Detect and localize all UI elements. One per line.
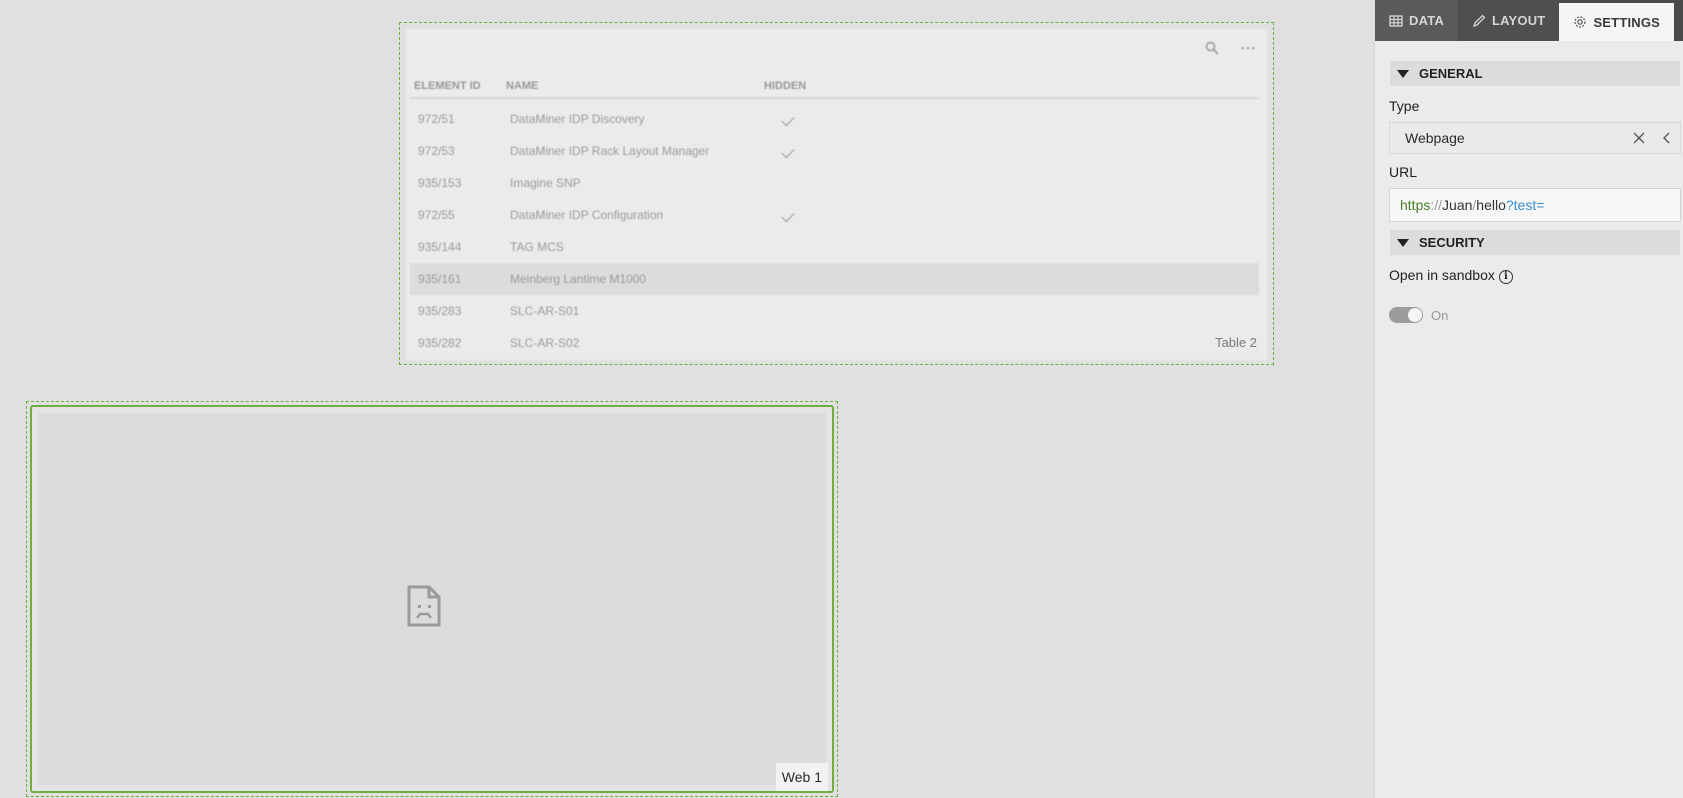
collapse-triangle-icon [1397, 238, 1409, 247]
type-select[interactable]: Webpage [1389, 122, 1681, 154]
cell-name: SLC-AR-S01 [510, 304, 580, 318]
sandbox-toggle[interactable] [1389, 307, 1423, 323]
collapse-triangle-icon [1397, 69, 1409, 78]
cell-name: Meinberg Lantime M1000 [510, 272, 647, 286]
table-row[interactable]: 935/144 TAG MCS [410, 231, 1259, 263]
cell-name: Imagine SNP [510, 176, 581, 190]
table-row[interactable]: 972/53 DataMiner IDP Rack Layout Manager [410, 135, 1259, 167]
url-query: test= [1513, 197, 1545, 213]
url-label: URL [1389, 164, 1418, 180]
cell-name: DataMiner IDP Rack Layout Manager [510, 144, 710, 158]
dashboard-canvas: ELEMENT ID NAME HIDDEN 972/51 DataMiner I… [0, 0, 1374, 798]
sandbox-label-row: Open in sandbox i [1389, 267, 1683, 285]
column-header-hidden[interactable]: HIDDEN [764, 80, 806, 92]
table-body: 972/51 DataMiner IDP Discovery 972/53 DataM… [410, 103, 1259, 359]
tab-layout[interactable]: LAYOUT [1457, 0, 1560, 41]
table-preview: ELEMENT ID NAME HIDDEN 972/51 DataMiner I… [406, 29, 1267, 360]
url-query-mark: ? [1505, 197, 1514, 213]
web-frame: Web 1 [30, 405, 834, 793]
sandbox-toggle-row: On [1389, 307, 1683, 323]
tab-label: LAYOUT [1491, 13, 1546, 28]
cell-element-id: 935/153 [418, 176, 462, 190]
section-title: GENERAL [1419, 66, 1483, 81]
type-select-value: Webpage [1405, 130, 1465, 146]
type-label: Type [1389, 98, 1420, 114]
component-label: Web 1 [775, 763, 828, 791]
cell-hidden [770, 144, 795, 159]
cell-name: DataMiner IDP Configuration [510, 208, 664, 222]
table-component[interactable]: ELEMENT ID NAME HIDDEN 972/51 DataMiner I… [399, 22, 1274, 365]
section-title: SECURITY [1419, 235, 1485, 250]
cell-name: TAG MCS [510, 240, 564, 254]
cell-hidden [770, 208, 795, 223]
cell-hidden [770, 112, 795, 127]
table-row[interactable]: 972/51 DataMiner IDP Discovery [410, 103, 1259, 135]
cell-element-id: 935/283 [418, 304, 462, 318]
checkmark-icon [781, 144, 795, 159]
checkmark-icon [781, 112, 795, 127]
sandbox-label: Open in sandbox [1389, 267, 1495, 283]
cell-element-id: 972/55 [418, 208, 455, 222]
cell-element-id: 972/51 [418, 112, 455, 126]
cell-element-id: 935/161 [418, 272, 462, 286]
url-scheme: https [1400, 197, 1431, 213]
tab-data[interactable]: DATA [1375, 0, 1458, 41]
web-component[interactable]: Web 1 [26, 401, 838, 797]
column-header-name[interactable]: NAME [506, 80, 538, 92]
tab-label: DATA [1409, 13, 1444, 28]
grid-icon [1389, 14, 1403, 27]
table-row[interactable]: 935/282 SLC-AR-S02 [410, 327, 1259, 359]
gear-icon [1574, 16, 1587, 28]
section-general-header[interactable]: GENERAL [1390, 61, 1680, 86]
pencil-icon [1472, 14, 1486, 27]
url-separator: :// [1430, 197, 1443, 213]
info-icon[interactable]: i [1498, 270, 1513, 284]
table-row[interactable]: 935/283 SLC-AR-S01 [410, 295, 1259, 327]
webpage-viewport [38, 413, 826, 785]
url-path: hello [1476, 197, 1506, 213]
cell-name: DataMiner IDP Discovery [510, 112, 645, 126]
section-security-header[interactable]: SECURITY [1390, 230, 1680, 255]
column-header-element-id[interactable]: ELEMENT ID [414, 80, 481, 92]
tab-settings[interactable]: SETTINGS [1559, 0, 1675, 41]
table-row[interactable]: 972/55 DataMiner IDP Configuration [410, 199, 1259, 231]
ellipsis-icon[interactable] [1239, 41, 1257, 59]
table-toolbar [1203, 41, 1257, 59]
checkmark-icon [781, 208, 795, 223]
tab-label: SETTINGS [1593, 14, 1661, 30]
broken-page-icon [407, 585, 441, 627]
toggle-knob [1408, 308, 1422, 322]
table-header: ELEMENT ID NAME HIDDEN [410, 77, 1259, 99]
clear-icon[interactable] [1626, 123, 1652, 153]
table-row[interactable]: 935/153 Imagine SNP [410, 167, 1259, 199]
url-input[interactable]: https://Juan / hello? test= [1389, 188, 1681, 222]
cell-element-id: 935/144 [418, 240, 462, 254]
cell-element-id: 972/53 [418, 144, 455, 158]
table-row[interactable]: 935/161 Meinberg Lantime M1000 [410, 263, 1259, 295]
search-icon[interactable] [1203, 41, 1221, 59]
edit-side-panel: DATA LAYOUT SETTINGS GENERAL Type Webpag… [1374, 0, 1683, 798]
toggle-state-label: On [1431, 307, 1449, 323]
cell-name: SLC-AR-S02 [510, 336, 580, 350]
component-label: Table 2 [1215, 335, 1257, 350]
url-host: Juan [1442, 197, 1473, 213]
panel-tabs: DATA LAYOUT SETTINGS [1375, 0, 1683, 41]
chevron-left-icon[interactable] [1654, 123, 1680, 153]
cell-element-id: 935/282 [418, 336, 462, 350]
